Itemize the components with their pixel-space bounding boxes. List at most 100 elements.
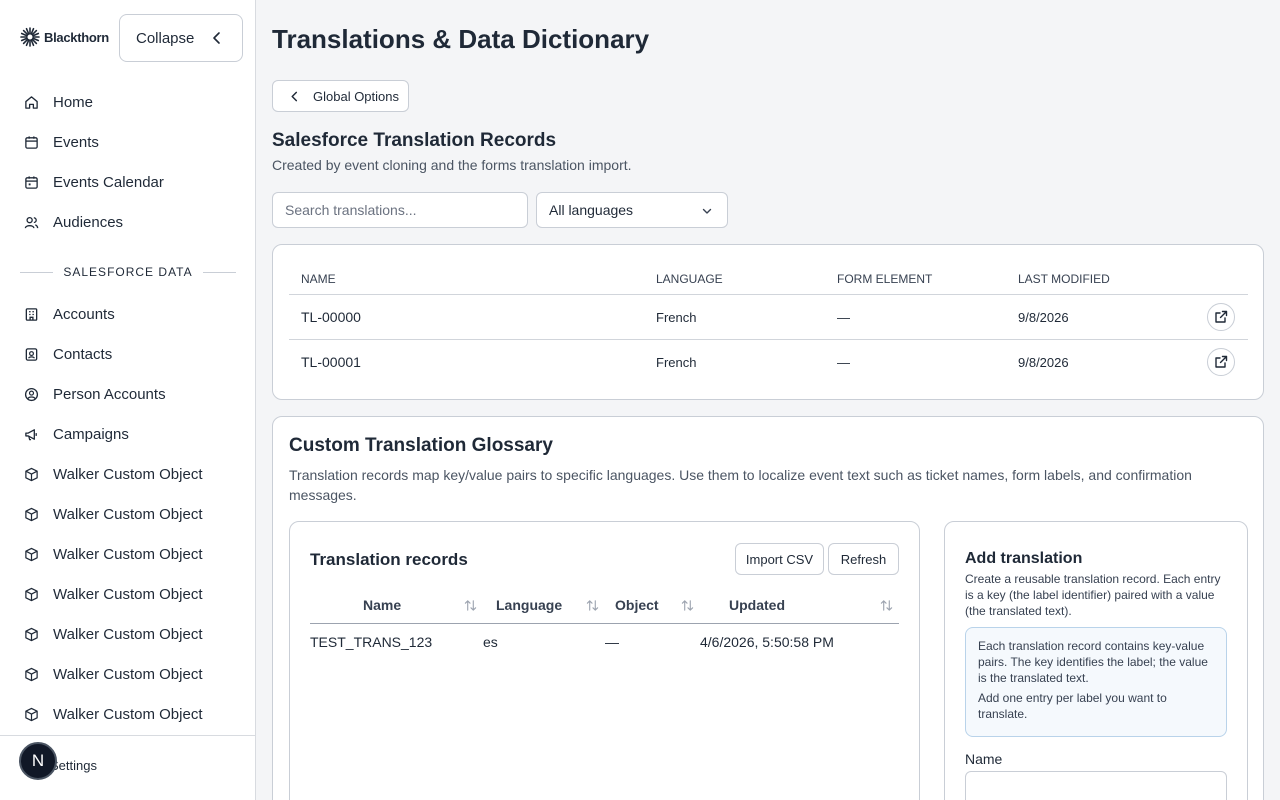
cell-name: TEST_TRANS_123 — [310, 634, 433, 650]
sidebar-header: Blackthorn Collapse — [0, 0, 255, 76]
column-header-name[interactable]: Name — [363, 590, 401, 620]
sidebar-item-label: Accounts — [53, 305, 115, 323]
sort-icon[interactable] — [464, 599, 477, 612]
cube-icon — [25, 707, 38, 721]
language-select[interactable]: All languages — [536, 192, 728, 228]
language-select-value: All languages — [549, 202, 634, 218]
section-header-salesforce-data: SALESFORCE DATA — [0, 242, 255, 294]
sidebar-item-events-calendar[interactable]: Events Calendar — [0, 162, 255, 202]
cell-language: French — [656, 310, 697, 325]
sidebar-item-walker-custom-object[interactable]: Walker Custom Object — [0, 694, 255, 734]
sf-records-title: Salesforce Translation Records — [272, 130, 557, 151]
info-text: Add one entry per label you want to tran… — [978, 691, 1167, 721]
column-header-form-element[interactable]: FORM ELEMENT — [837, 263, 932, 295]
person-circle-icon — [24, 387, 39, 401]
glossary-description: Translation records map key/value pairs … — [289, 467, 1192, 503]
main-content: Translations & Data Dictionary Global Op… — [257, 0, 1280, 800]
add-translation-description: Create a reusable translation record. Ea… — [965, 572, 1221, 618]
table-row[interactable]: TEST_TRANS_123 es — 4/6/2026, 5:50:58 PM — [310, 624, 899, 660]
sidebar-item-label: Walker Custom Object — [53, 545, 203, 563]
sort-icon[interactable] — [681, 599, 694, 612]
table-row: TL-00000 French — 9/8/2026 — [289, 295, 1248, 340]
translation-records-panel: Translation records Import CSV Refresh N… — [289, 521, 920, 800]
divider — [202, 271, 236, 273]
column-header-last-modified[interactable]: LAST MODIFIED — [1018, 263, 1110, 295]
cube-icon — [25, 587, 38, 601]
cube-icon — [25, 547, 38, 561]
sidebar-item-settings[interactable]: Settings — [50, 758, 97, 773]
sidebar-item-walker-custom-object[interactable]: Walker Custom Object — [0, 494, 255, 534]
sidebar-item-walker-custom-object[interactable]: Walker Custom Object — [0, 534, 255, 574]
cell-language: es — [483, 634, 498, 650]
glossary-title: Custom Translation Glossary — [289, 435, 553, 456]
sidebar-item-label: Contacts — [53, 345, 113, 363]
page-title: Translations & Data Dictionary — [272, 24, 650, 54]
search-input[interactable] — [272, 192, 528, 228]
sf-records-subtitle: Created by event cloning and the forms t… — [272, 157, 632, 173]
global-options-back-button[interactable]: Global Options — [272, 80, 409, 112]
name-input[interactable] — [965, 771, 1227, 800]
open-record-button[interactable] — [1207, 348, 1235, 376]
blackthorn-logo-icon — [20, 27, 40, 47]
back-button-label: Global Options — [313, 88, 399, 104]
sidebar-item-label: Walker Custom Object — [53, 585, 203, 603]
cube-icon — [25, 627, 38, 641]
cell-last-modified: 9/8/2026 — [1018, 310, 1069, 325]
sidebar-item-label: Walker Custom Object — [53, 625, 203, 643]
column-header-name[interactable]: NAME — [301, 263, 336, 295]
sidebar-item-label: Person Accounts — [53, 385, 166, 403]
table-row: TL-00001 French — 9/8/2026 — [289, 340, 1248, 385]
sidebar-item-walker-custom-object[interactable]: Walker Custom Object — [0, 614, 255, 654]
sidebar-item-label: Walker Custom Object — [53, 705, 203, 723]
contact-card-icon — [25, 347, 38, 361]
cell-last-modified: 9/8/2026 — [1018, 355, 1069, 370]
add-translation-title: Add translation — [965, 550, 1083, 567]
sidebar-item-audiences[interactable]: Audiences — [0, 202, 255, 242]
sidebar-item-label: Campaigns — [53, 425, 129, 443]
sidebar-item-label: Audiences — [53, 213, 124, 231]
avatar[interactable]: N — [19, 742, 57, 780]
home-icon — [25, 95, 38, 109]
logo[interactable]: Blackthorn — [20, 27, 109, 47]
sidebar-item-walker-custom-object[interactable]: Walker Custom Object — [0, 654, 255, 694]
cell-form-element: — — [837, 310, 850, 325]
name-field-label: Name — [965, 751, 1003, 767]
info-callout: Each translation record contains key-val… — [965, 627, 1227, 737]
sidebar-item-accounts[interactable]: Accounts — [0, 294, 255, 334]
sidebar-item-person-accounts[interactable]: Person Accounts — [0, 374, 255, 414]
sidebar-item-contacts[interactable]: Contacts — [0, 334, 255, 374]
column-header-updated[interactable]: Updated — [729, 590, 785, 620]
sidebar: Blackthorn Collapse Home Events Events C… — [0, 0, 256, 800]
open-record-button[interactable] — [1207, 303, 1235, 331]
table-header: NAME LANGUAGE FORM ELEMENT LAST MODIFIED — [289, 263, 1248, 295]
refresh-button[interactable]: Refresh — [828, 543, 899, 575]
sidebar-item-label: Walker Custom Object — [53, 665, 203, 683]
users-icon — [24, 216, 39, 228]
sidebar-item-campaigns[interactable]: Campaigns — [0, 414, 255, 454]
import-csv-button[interactable]: Import CSV — [735, 543, 824, 575]
column-header-language[interactable]: LANGUAGE — [656, 263, 723, 295]
sidebar-item-label: Walker Custom Object — [53, 465, 203, 483]
sort-icon[interactable] — [586, 599, 599, 612]
sidebar-item-label: Walker Custom Object — [53, 505, 203, 523]
collapse-label: Collapse — [136, 29, 195, 47]
add-translation-panel: Add translation Create a reusable transl… — [944, 521, 1248, 800]
table-header: Name Language Object Updated — [310, 590, 899, 624]
chevron-left-icon — [213, 32, 220, 44]
logo-text: Blackthorn — [44, 29, 109, 45]
cell-name: TL-00000 — [301, 309, 361, 325]
sidebar-item-walker-custom-object[interactable]: Walker Custom Object — [0, 454, 255, 494]
column-header-language[interactable]: Language — [496, 590, 562, 620]
sidebar-item-label: Events Calendar — [53, 173, 164, 191]
sidebar-item-label: Home — [53, 93, 94, 111]
cell-updated: 4/6/2026, 5:50:58 PM — [700, 634, 834, 650]
building-icon — [25, 307, 38, 321]
divider — [20, 271, 54, 273]
sort-icon[interactable] — [880, 599, 893, 612]
cube-icon — [25, 507, 38, 521]
sidebar-item-events[interactable]: Events — [0, 122, 255, 162]
sidebar-item-home[interactable]: Home — [0, 82, 255, 122]
sidebar-item-walker-custom-object[interactable]: Walker Custom Object — [0, 574, 255, 614]
collapse-button[interactable]: Collapse — [119, 14, 243, 62]
column-header-object[interactable]: Object — [615, 590, 659, 620]
